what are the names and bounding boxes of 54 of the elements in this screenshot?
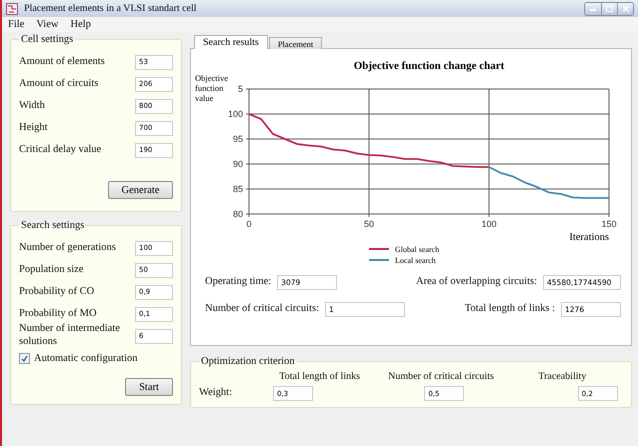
field-label: Amount of circuits <box>19 78 98 90</box>
group-title: Search settings <box>20 220 86 231</box>
column-header: Number of critical circuits <box>387 371 495 382</box>
menu-item[interactable]: File <box>8 19 24 30</box>
start-button[interactable]: Start <box>125 378 173 396</box>
close-button[interactable] <box>617 2 633 14</box>
checkbox-icon[interactable] <box>19 353 30 364</box>
menu-item[interactable]: View <box>36 19 58 30</box>
y-tick-label: 95 <box>232 134 243 144</box>
tab[interactable]: Search results <box>194 35 268 49</box>
group-title: Optimization criterion <box>200 356 296 367</box>
field-label: Population size <box>19 264 84 276</box>
y-tick-label: 85 <box>232 184 243 194</box>
legend-label: Local search <box>395 256 436 265</box>
field-label: Amount of elements <box>19 56 105 68</box>
y-tick-label: 5 <box>238 84 243 94</box>
x-axis-label: Iterations <box>569 232 609 243</box>
minimize-button[interactable] <box>585 2 601 14</box>
checkbox[interactable]: Automatic configuration <box>19 353 173 364</box>
x-tick-label: 100 <box>481 219 497 229</box>
y-tick-label: 100 <box>228 109 243 119</box>
checkbox-label: Automatic configuration <box>34 353 138 364</box>
field-label: Number of intermediate solutions <box>19 323 121 349</box>
field-label: Probability of MO <box>19 308 97 320</box>
menu-item[interactable]: Help <box>70 19 91 30</box>
x-tick-label: 0 <box>246 219 252 229</box>
group-title: Cell settings <box>20 34 74 45</box>
field-label: Number of generations <box>19 242 116 254</box>
window-title: Placement elements in a VLSI standart cell <box>24 3 198 14</box>
column-header: Total length of links <box>278 371 361 382</box>
chart-title: Objective function change chart <box>354 60 504 72</box>
field-label: Total length of links : <box>464 303 555 316</box>
legend-label: Global search <box>395 245 440 254</box>
field-label: Height <box>19 122 48 134</box>
maximize-icon <box>606 6 613 12</box>
app-icon <box>6 2 18 14</box>
tab[interactable]: Placement <box>268 37 322 49</box>
field-label: Operating time: <box>205 276 272 289</box>
y-tick-label: 90 <box>232 159 243 169</box>
field-label: Width <box>19 100 45 112</box>
y-axis-label: Objective function value <box>195 73 228 103</box>
x-tick-label: 50 <box>364 219 374 229</box>
field-label: Critical delay value <box>19 144 102 156</box>
y-tick-label: 80 <box>232 209 243 219</box>
minimize-icon <box>590 6 596 10</box>
field-label: Number of critical circuits: <box>205 303 319 316</box>
column-header: Traceability <box>537 371 588 382</box>
row-label: Weight: <box>199 387 233 400</box>
field-label: Area of overlapping circuits: <box>416 276 537 289</box>
x-tick-label: 150 <box>601 219 617 229</box>
close-icon <box>622 6 628 12</box>
field-label: Probability of CO <box>19 286 94 298</box>
generate-button[interactable]: Generate <box>108 181 173 199</box>
maximize-button[interactable] <box>601 2 617 14</box>
